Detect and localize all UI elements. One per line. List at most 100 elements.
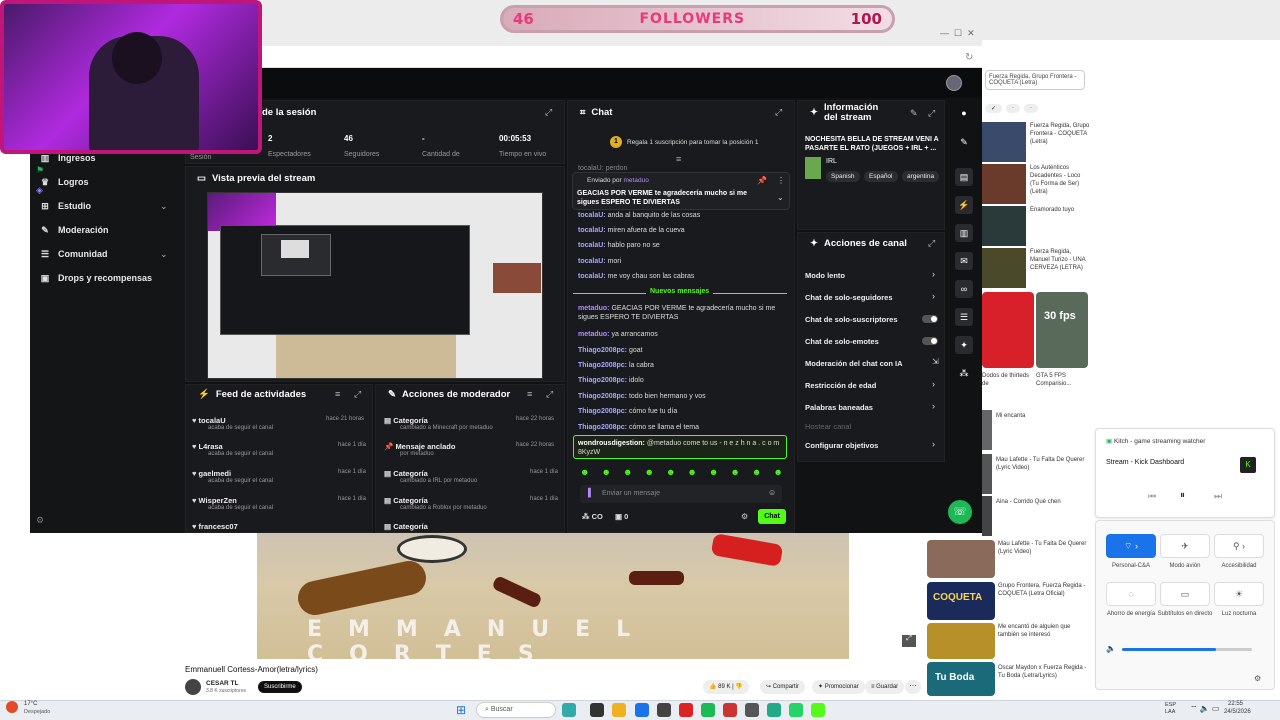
save-button[interactable]: ≡ Guardar <box>865 680 905 694</box>
yt-thumb[interactable]: Tu Boda <box>927 662 995 696</box>
yt-thumb[interactable] <box>927 540 995 578</box>
yt-title[interactable]: Los Auténticos Decadentes - Loco (Tu For… <box>1030 164 1090 196</box>
channel-avatar[interactable] <box>185 679 201 695</box>
clock-time[interactable]: 22:55 <box>1228 701 1243 707</box>
chevron-down-icon[interactable]: ⌄ <box>777 193 784 202</box>
yt-search-chip[interactable]: Fuerza Regida, Grupo Frontera - COQUETA … <box>985 70 1085 90</box>
rail-apps-icon[interactable]: ⁂ <box>955 364 973 382</box>
chevron-right-icon[interactable]: › <box>932 291 935 301</box>
more-icon[interactable]: ⋮ <box>777 176 785 185</box>
yt-title[interactable]: Mau Lafette - Tu Falta De Querer (Lyric … <box>996 456 1086 472</box>
like-button[interactable]: 👍 89 K | 👎 <box>703 680 749 694</box>
address-bar[interactable] <box>262 46 982 68</box>
send-chat-button[interactable]: Chat <box>758 509 786 524</box>
yt-title[interactable]: GTA 5 FPS Comparisio... <box>1036 372 1088 388</box>
night-light-toggle[interactable]: ☀ <box>1214 582 1264 606</box>
yt-title[interactable]: Mi encanta <box>996 412 1086 420</box>
taskbar-app-icon[interactable] <box>590 703 604 717</box>
pause-icon[interactable]: ⏸ <box>1180 490 1185 501</box>
system-tray-icons[interactable]: ⌔ 🔈 ▭ <box>1190 704 1220 714</box>
sidebar-item-estudio[interactable]: ⊞ Estudio <box>40 197 91 215</box>
taskbar-app-icon[interactable] <box>635 703 649 717</box>
action-ai-moderation[interactable]: Moderación del chat con IA <box>805 359 903 368</box>
reload-icon[interactable]: ↻ <box>965 52 973 63</box>
taskbar-search[interactable]: ⌕ Buscar <box>476 702 556 718</box>
rail-doc-icon[interactable]: ▥ <box>955 224 973 242</box>
taskbar-app-icon[interactable] <box>701 703 715 717</box>
action-slow-mode[interactable]: Modo lento <box>805 271 845 280</box>
taskbar-app-icon[interactable] <box>679 703 693 717</box>
popout-icon[interactable]: ⤢ <box>546 389 553 400</box>
action-configure-goals[interactable]: Configurar objetivos <box>805 441 878 450</box>
co-indicator[interactable]: ⁂ CO <box>582 512 603 521</box>
rail-list-icon[interactable]: ☰ <box>955 308 973 326</box>
next-icon[interactable]: ⏭ <box>1214 491 1222 502</box>
filter-icon[interactable]: ≡ <box>335 389 340 399</box>
tag[interactable]: argentina <box>902 171 940 182</box>
yt-title[interactable]: Grupo Frontera, Fuerza Regida - COQUETA … <box>998 582 1088 598</box>
yt-shorts-thumb[interactable]: 30 fps <box>1036 292 1088 368</box>
filter-icon[interactable]: ≡ <box>676 154 681 164</box>
chevron-right-icon[interactable]: › <box>932 401 935 411</box>
toggle-switch[interactable] <box>922 337 938 345</box>
yt-thumb[interactable] <box>982 496 992 536</box>
language-indicator[interactable]: ESP LAA <box>1165 702 1179 716</box>
pin-icon[interactable]: 📌 <box>757 176 767 185</box>
sidebar-item-moderacion[interactable]: ✎ Moderación <box>40 221 108 239</box>
popout-icon[interactable]: ⤢ <box>928 108 935 119</box>
pinned-message[interactable]: Enviado por metaduo 📌 ⋮ GEACIAS POR VERM… <box>572 172 790 210</box>
popout-icon[interactable]: ⤢ <box>354 389 361 400</box>
taskbar-app-icon[interactable] <box>745 703 759 717</box>
subscribe-button[interactable]: Suscribirme <box>258 681 302 693</box>
action-age-restriction[interactable]: Restricción de edad <box>805 381 876 390</box>
channel-name[interactable]: CESAR TL <box>206 680 239 687</box>
rail-edit-icon[interactable]: ✎ <box>955 133 973 151</box>
support-icon[interactable]: ☏ <box>948 500 972 524</box>
taskbar-app-icon[interactable] <box>562 703 576 717</box>
action-emotes-only[interactable]: Chat de solo-emotes <box>805 337 879 346</box>
yt-thumb[interactable] <box>982 248 1026 288</box>
fullscreen-icon[interactable]: ⤢ <box>902 635 916 647</box>
external-link-icon[interactable]: ⇲ <box>932 357 939 366</box>
sidebar-item-drops[interactable]: ▣ Drops y recompensas <box>40 269 152 287</box>
accessibility-toggle[interactable]: ⚲ › <box>1214 534 1264 558</box>
more-icon[interactable]: ⋯ <box>905 680 921 694</box>
chevron-down-icon[interactable]: ⌄ <box>160 249 168 260</box>
popout-icon[interactable]: ⤢ <box>545 107 552 118</box>
chevron-down-icon[interactable]: ⌄ <box>160 201 168 212</box>
window-controls[interactable]: — ☐ ✕ <box>940 28 975 39</box>
taskbar-app-icon[interactable] <box>767 703 781 717</box>
weather-icon[interactable] <box>6 701 18 713</box>
taskbar-app-icon[interactable] <box>723 703 737 717</box>
chat-input[interactable]: ▌ Enviar un mensaje ☺ <box>580 485 782 503</box>
taskbar-app-icon[interactable] <box>811 703 825 717</box>
wifi-toggle[interactable]: ⌔ › <box>1106 534 1156 558</box>
energy-saver-toggle[interactable]: ◌ <box>1106 582 1156 606</box>
clock-date[interactable]: 24/5/2026 <box>1224 709 1251 715</box>
avatar[interactable] <box>946 75 962 91</box>
share-button[interactable]: ↪ Compartir <box>760 680 806 694</box>
chevron-right-icon[interactable]: › <box>932 269 935 279</box>
tag[interactable]: Español <box>864 171 898 182</box>
yt-title[interactable]: Dodos de thirteds de <box>982 372 1034 388</box>
yt-title[interactable]: Fuerza Regida, Manuel Turizo - UNA CERVE… <box>1030 248 1090 272</box>
rail-chat-icon[interactable]: ▤ <box>955 168 973 186</box>
taskbar-app-icon[interactable] <box>657 703 671 717</box>
action-followers-only[interactable]: Chat de solo-seguidores <box>805 293 893 302</box>
yt-thumb[interactable] <box>927 623 995 659</box>
sidebar-item-comunidad[interactable]: ☰ Comunidad <box>40 245 108 263</box>
gear-icon[interactable]: ⚙ <box>741 512 748 521</box>
action-banned-words[interactable]: Palabras baneadas <box>805 403 873 412</box>
youtube-video-player[interactable]: EMMANUEL CORTES <box>257 533 849 659</box>
yt-thumb[interactable] <box>982 454 992 494</box>
settings-icon[interactable]: ⚙ <box>1254 674 1261 683</box>
live-captions-toggle[interactable]: ▭ <box>1160 582 1210 606</box>
yt-thumb[interactable] <box>982 410 992 450</box>
yt-title[interactable]: Oscar Maydon x Fuerza Regida - Tu Boda (… <box>998 664 1088 680</box>
yt-title[interactable]: Mau Lafette - Tu Falta De Querer (Lyric … <box>998 540 1088 556</box>
rail-info-icon[interactable]: ● <box>955 104 973 122</box>
previous-icon[interactable]: ⏮ <box>1148 491 1156 502</box>
emoji-icon[interactable]: ☺ <box>768 488 776 497</box>
category-name[interactable]: IRL <box>826 158 837 165</box>
yt-thumb[interactable] <box>982 122 1026 162</box>
